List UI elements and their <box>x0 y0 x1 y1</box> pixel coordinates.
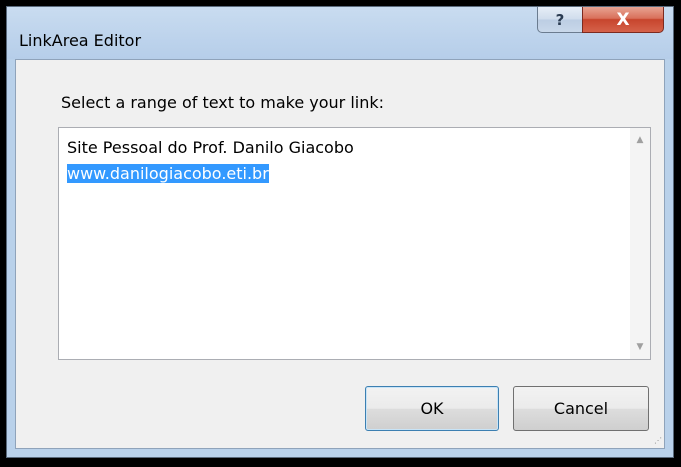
text-line-1[interactable]: Site Pessoal do Prof. Danilo Giacobo <box>67 135 354 161</box>
close-button[interactable]: X <box>582 7 664 33</box>
cancel-button[interactable]: Cancel <box>513 386 649 431</box>
scroll-down-arrow-icon[interactable]: ▼ <box>630 337 650 357</box>
title-bar[interactable]: LinkArea Editor ? X <box>7 7 673 59</box>
scroll-up-arrow-icon[interactable]: ▲ <box>630 130 650 150</box>
close-icon: X <box>616 9 630 30</box>
text-content[interactable]: Site Pessoal do Prof. Danilo Giacobo www… <box>67 135 354 187</box>
resize-grip-icon[interactable]: ⋰ <box>652 436 662 446</box>
link-text-area[interactable]: Site Pessoal do Prof. Danilo Giacobo www… <box>58 127 651 360</box>
window-title: LinkArea Editor <box>19 31 142 50</box>
help-icon: ? <box>555 10 565 29</box>
dialog-window: LinkArea Editor ? X Select a range of te… <box>6 6 674 458</box>
dialog-body: Select a range of text to make your link… <box>15 59 665 449</box>
vertical-scrollbar[interactable]: ▲ ▼ <box>630 128 650 359</box>
prompt-label: Select a range of text to make your link… <box>61 93 385 112</box>
help-button[interactable]: ? <box>537 7 583 33</box>
selected-text[interactable]: www.danilogiacobo.eti.br <box>67 164 269 183</box>
ok-button[interactable]: OK <box>365 386 499 431</box>
